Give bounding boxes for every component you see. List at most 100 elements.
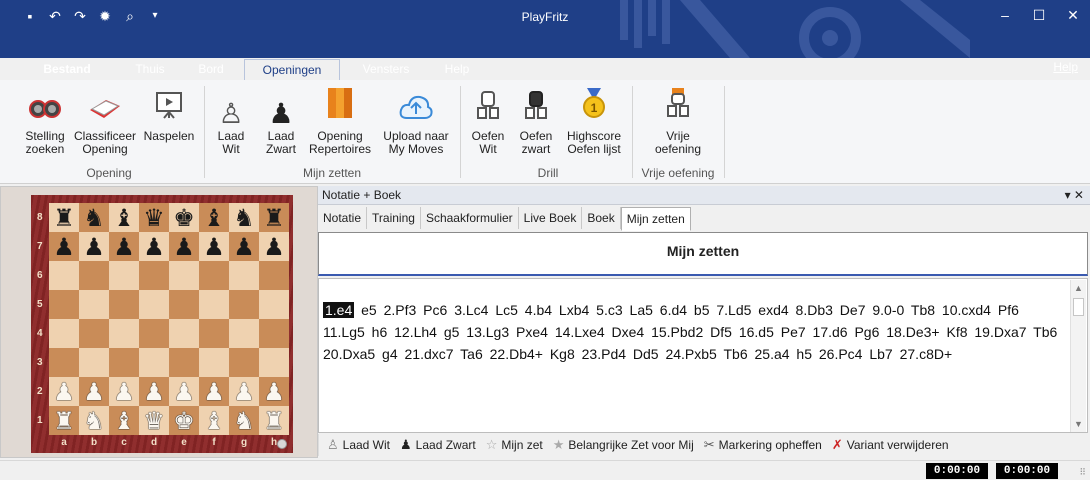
square-h2[interactable]: ♟ — [259, 377, 289, 406]
square-e3[interactable] — [169, 348, 199, 377]
square-g1[interactable]: ♞ — [229, 406, 259, 435]
square-h7[interactable]: ♟ — [259, 232, 289, 261]
square-e5[interactable] — [169, 290, 199, 319]
markering-opheffen-tool[interactable]: ✂ Markering opheffen — [704, 438, 822, 453]
square-d3[interactable] — [139, 348, 169, 377]
close-button[interactable]: ✕ — [1056, 0, 1090, 30]
black-pawn-icon[interactable]: ♟ — [203, 235, 225, 259]
white-king-icon[interactable]: ♚ — [173, 409, 195, 433]
oefen-zwart-button[interactable]: Oefen zwart — [514, 86, 558, 156]
square-f4[interactable] — [199, 319, 229, 348]
square-c4[interactable] — [109, 319, 139, 348]
square-h4[interactable] — [259, 319, 289, 348]
help-link[interactable]: Help — [1053, 60, 1078, 74]
white-pawn-icon[interactable]: ♟ — [143, 380, 165, 404]
square-a5[interactable] — [49, 290, 79, 319]
square-b7[interactable]: ♟ — [79, 232, 109, 261]
variant-verwijderen-tool[interactable]: ✗ Variant verwijderen — [832, 438, 949, 453]
laad-zwart-button[interactable]: ♟ Laad Zwart — [260, 86, 302, 156]
black-rook-icon[interactable]: ♜ — [263, 206, 285, 230]
chess-board[interactable]: ♜ ♞ ♝ ♛ ♚ ♝ ♞ ♜ ♟ ♟ ♟ ♟ ♟ ♟ ♟ ♟ ♟ ♟ ♟ ♟ ♟ ♟ ♟ ♟ ♜ ♞ ♝ ♛ ♚ ♝ ♞ ♜ — [49, 203, 289, 435]
square-g4[interactable] — [229, 319, 259, 348]
square-b8[interactable]: ♞ — [79, 203, 109, 232]
square-b3[interactable] — [79, 348, 109, 377]
white-bishop-icon[interactable]: ♝ — [113, 409, 135, 433]
square-e1[interactable]: ♚ — [169, 406, 199, 435]
moves-panel[interactable]: 1.e4 e5 2.Pf3 Pc6 3.Lc4 Lc5 4.b4 Lxb4 5.… — [318, 278, 1088, 433]
white-pawn-icon[interactable]: ♟ — [233, 380, 255, 404]
white-pawn-icon[interactable]: ♟ — [113, 380, 135, 404]
current-move[interactable]: 1.e4 — [323, 302, 355, 318]
square-c6[interactable] — [109, 261, 139, 290]
black-pawn-icon[interactable]: ♟ — [53, 235, 75, 259]
black-bishop-icon[interactable]: ♝ — [203, 206, 225, 230]
white-knight-icon[interactable]: ♞ — [233, 409, 255, 433]
square-f8[interactable]: ♝ — [199, 203, 229, 232]
square-h1[interactable]: ♜ — [259, 406, 289, 435]
square-a3[interactable] — [49, 348, 79, 377]
black-pawn-icon[interactable]: ♟ — [173, 235, 195, 259]
classificeer-opening-button[interactable]: Classificeer Opening — [72, 86, 138, 156]
black-knight-icon[interactable]: ♞ — [233, 206, 255, 230]
square-d5[interactable] — [139, 290, 169, 319]
resize-grip-icon[interactable]: ⠿ — [1079, 467, 1086, 478]
square-f3[interactable] — [199, 348, 229, 377]
naspelen-button[interactable]: Naspelen — [140, 86, 198, 143]
black-knight-icon[interactable]: ♞ — [83, 206, 105, 230]
square-h5[interactable] — [259, 290, 289, 319]
highscore-button[interactable]: 1 Highscore Oefen lijst — [560, 86, 628, 156]
maximize-button[interactable]: ☐ — [1022, 0, 1056, 30]
square-c2[interactable]: ♟ — [109, 377, 139, 406]
white-pawn-icon[interactable]: ♟ — [263, 380, 285, 404]
square-e8[interactable]: ♚ — [169, 203, 199, 232]
white-knight-icon[interactable]: ♞ — [83, 409, 105, 433]
scroll-thumb[interactable] — [1073, 298, 1084, 316]
square-e7[interactable]: ♟ — [169, 232, 199, 261]
black-pawn-icon[interactable]: ♟ — [233, 235, 255, 259]
square-e6[interactable] — [169, 261, 199, 290]
square-g6[interactable] — [229, 261, 259, 290]
square-a7[interactable]: ♟ — [49, 232, 79, 261]
square-d6[interactable] — [139, 261, 169, 290]
square-e4[interactable] — [169, 319, 199, 348]
scroll-up-icon[interactable]: ▲ — [1071, 280, 1086, 296]
flip-board-button[interactable] — [277, 439, 287, 449]
white-pawn-icon[interactable]: ♟ — [203, 380, 225, 404]
move-sequence[interactable]: e5 2.Pf3 Pc6 3.Lc4 Lc5 4.b4 Lxb4 5.c3 La… — [323, 302, 1057, 362]
square-b5[interactable] — [79, 290, 109, 319]
stelling-zoeken-button[interactable]: Stelling zoeken — [20, 86, 70, 156]
tab-help[interactable]: Help — [438, 59, 476, 80]
tab-bestand[interactable]: Bestand — [36, 59, 98, 80]
minimize-button[interactable]: – — [988, 0, 1022, 30]
tab-notatie[interactable]: Notatie — [318, 207, 368, 229]
square-c8[interactable]: ♝ — [109, 203, 139, 232]
square-b4[interactable] — [79, 319, 109, 348]
black-rook-icon[interactable]: ♜ — [53, 206, 75, 230]
laad-zwart-tool[interactable]: ♟ Laad Zwart — [400, 438, 476, 453]
square-d4[interactable] — [139, 319, 169, 348]
square-c3[interactable] — [109, 348, 139, 377]
square-a6[interactable] — [49, 261, 79, 290]
moves-scrollbar[interactable]: ▲ ▼ — [1070, 280, 1086, 432]
black-queen-icon[interactable]: ♛ — [143, 206, 165, 230]
square-f1[interactable]: ♝ — [199, 406, 229, 435]
vrije-oefening-button[interactable]: Vrije oefening — [636, 86, 720, 156]
square-c7[interactable]: ♟ — [109, 232, 139, 261]
pane-controls[interactable]: ▾ ✕ — [1065, 186, 1084, 205]
tab-vensters[interactable]: Vensters — [356, 59, 416, 80]
square-g7[interactable]: ♟ — [229, 232, 259, 261]
square-c5[interactable] — [109, 290, 139, 319]
mijn-zet-tool[interactable]: ☆ Mijn zet — [486, 438, 543, 453]
black-pawn-icon[interactable]: ♟ — [83, 235, 105, 259]
white-rook-icon[interactable]: ♜ — [53, 409, 75, 433]
tab-training[interactable]: Training — [367, 207, 421, 229]
square-h6[interactable] — [259, 261, 289, 290]
black-bishop-icon[interactable]: ♝ — [113, 206, 135, 230]
square-g2[interactable]: ♟ — [229, 377, 259, 406]
square-h3[interactable] — [259, 348, 289, 377]
oefen-wit-button[interactable]: Oefen Wit — [468, 86, 508, 156]
tab-openingen[interactable]: Openingen — [244, 59, 340, 80]
opening-repertoires-button[interactable]: Opening Repertoires — [304, 86, 376, 156]
square-d2[interactable]: ♟ — [139, 377, 169, 406]
tab-bord[interactable]: Bord — [194, 59, 228, 80]
